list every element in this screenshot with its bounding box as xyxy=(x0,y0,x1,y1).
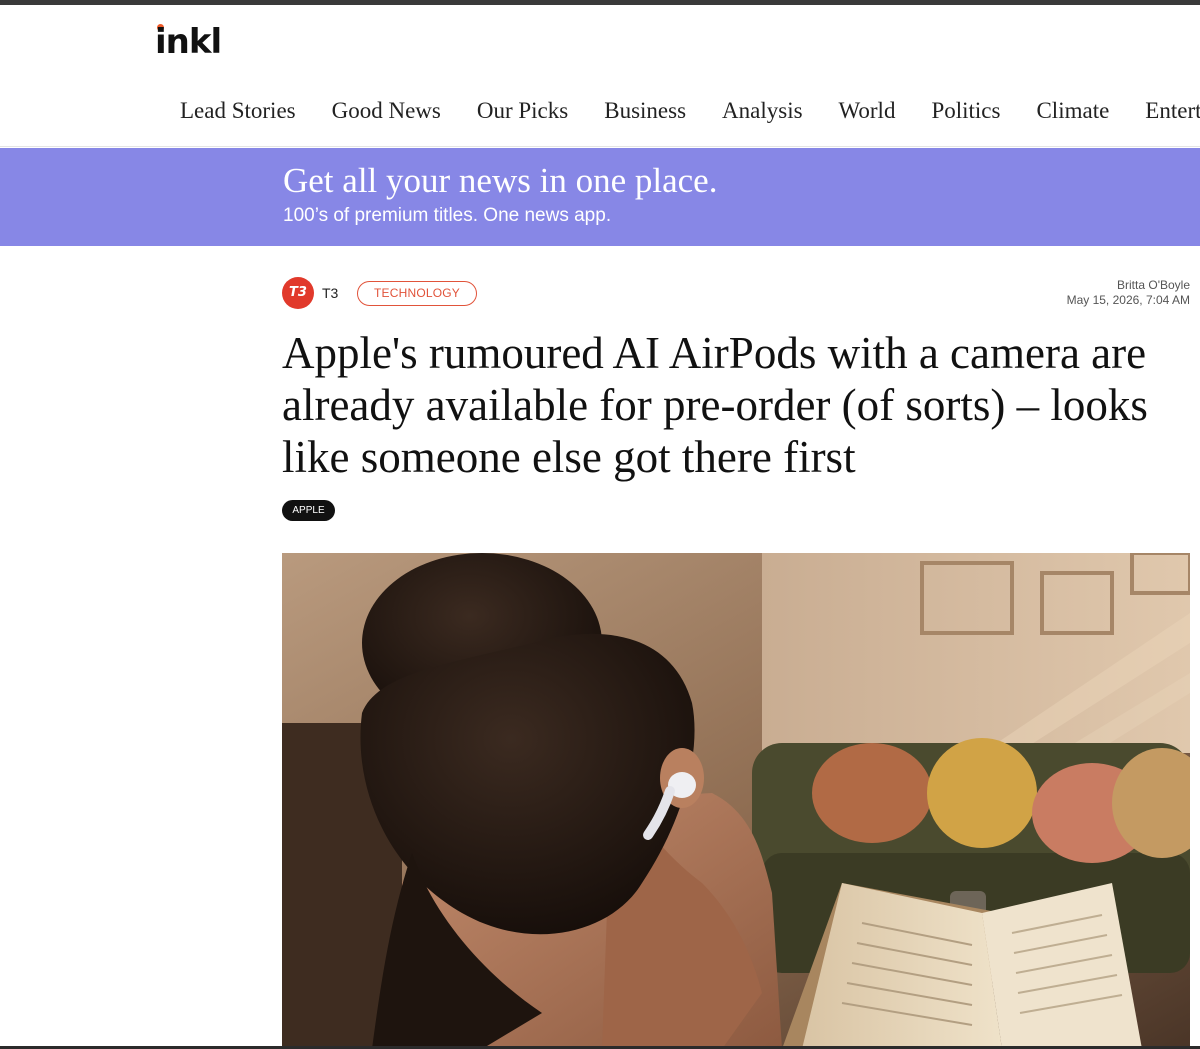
byline: Britta O'Boyle May 15, 2026, 7:04 AM xyxy=(1067,278,1190,308)
main-nav: Lead Stories Good News Our Picks Busines… xyxy=(180,92,1200,132)
hero-image xyxy=(282,553,1190,1049)
nav-item-good-news[interactable]: Good News xyxy=(332,92,441,130)
site-logo[interactable]: inkl xyxy=(155,20,222,64)
nav-item-entertainment[interactable]: Entertainment xyxy=(1145,92,1200,130)
promo-banner[interactable]: Get all your news in one place. 100’s of… xyxy=(0,148,1200,246)
promo-title: Get all your news in one place. xyxy=(283,161,718,200)
hero-photo-illustration xyxy=(282,553,1190,1049)
article-headline: Apple's rumoured AI AirPods with a camer… xyxy=(282,328,1148,482)
promo-subtitle: 100’s of premium titles. One news app. xyxy=(283,205,612,226)
author-name: Britta O'Boyle xyxy=(1117,278,1190,292)
publish-date: May 15, 2026, 7:04 AM xyxy=(1066,293,1190,307)
nav-item-world[interactable]: World xyxy=(839,92,896,130)
nav-item-politics[interactable]: Politics xyxy=(931,92,1000,130)
nav-item-climate[interactable]: Climate xyxy=(1036,92,1109,130)
nav-item-lead-stories[interactable]: Lead Stories xyxy=(180,92,296,130)
nav-item-our-picks[interactable]: Our Picks xyxy=(477,92,568,130)
nav-item-analysis[interactable]: Analysis xyxy=(722,92,803,130)
source-logo[interactable]: T3 xyxy=(282,277,314,309)
category-pill[interactable]: TECHNOLOGY xyxy=(357,281,477,306)
nav-divider xyxy=(0,146,1200,147)
source-name[interactable]: T3 xyxy=(322,283,338,303)
tag-pill[interactable]: APPLE xyxy=(282,500,335,521)
nav-item-business[interactable]: Business xyxy=(604,92,686,130)
top-border xyxy=(0,0,1200,5)
